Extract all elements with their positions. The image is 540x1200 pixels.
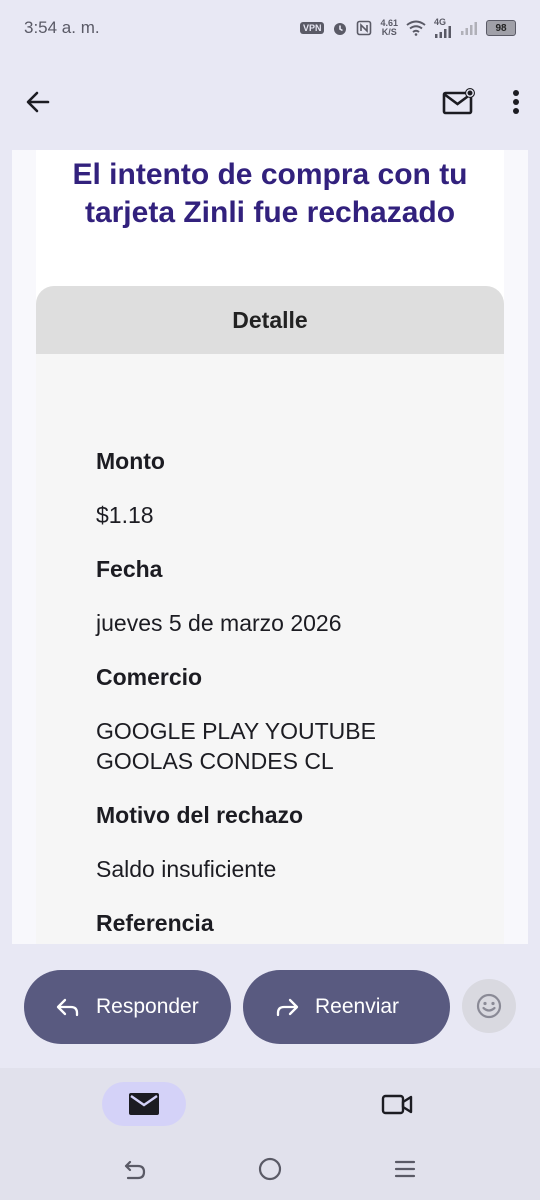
video-icon xyxy=(381,1092,413,1116)
detail-box: Detalle Monto $1.18 Fecha jueves 5 de ma… xyxy=(36,286,504,944)
field-label-fecha: Fecha xyxy=(96,556,163,582)
status-bar: 3:54 a. m. VPN 4.61 K/S 4G 98 xyxy=(0,0,540,56)
detail-header: Detalle xyxy=(36,286,504,354)
comercio-line-1: GOOGLE PLAY YOUTUBE xyxy=(96,718,376,744)
forward-button[interactable]: Reenviar xyxy=(243,970,450,1044)
recents-icon[interactable] xyxy=(392,1156,418,1182)
emoji-icon xyxy=(475,992,503,1020)
status-time: 3:54 a. m. xyxy=(24,18,100,37)
field-value-fecha: jueves 5 de marzo 2026 xyxy=(96,610,342,636)
reply-button[interactable]: Responder xyxy=(24,970,231,1044)
mail-icon xyxy=(128,1092,160,1116)
email-title: El intento de compra con tu tarjeta Zinl… xyxy=(72,158,468,229)
email-content[interactable]: El intento de compra con tu tarjeta Zinl… xyxy=(12,150,528,944)
system-nav xyxy=(0,1140,540,1200)
forward-label: Reenviar xyxy=(315,995,400,1018)
wifi-icon xyxy=(406,20,426,36)
nfc-icon xyxy=(356,20,372,36)
back-arrow-icon[interactable] xyxy=(24,88,52,116)
mark-unread-icon[interactable] xyxy=(442,88,476,116)
toolbar xyxy=(0,56,540,148)
emoji-button[interactable] xyxy=(462,979,516,1033)
speed-unit: K/S xyxy=(381,27,397,37)
vpn-icon: VPN xyxy=(299,22,325,34)
back-gesture-icon[interactable] xyxy=(122,1156,148,1182)
field-label-comercio: Comercio xyxy=(96,664,203,690)
toolbar-actions xyxy=(442,88,520,116)
field-label-motivo: Motivo del rechazo xyxy=(96,802,304,828)
reply-icon xyxy=(56,997,80,1017)
field-label-referencia: Referencia xyxy=(96,910,214,936)
home-icon[interactable] xyxy=(257,1156,283,1182)
status-icons: VPN 4.61 K/S 4G 98 xyxy=(299,18,516,38)
bottom-nav xyxy=(0,1068,540,1140)
email-body: El intento de compra con tu tarjeta Zinl… xyxy=(36,150,504,944)
field-label-monto: Monto xyxy=(96,448,165,474)
nav-meet-tab[interactable] xyxy=(370,1082,424,1126)
forward-icon xyxy=(275,997,299,1017)
signal-icon: 4G xyxy=(434,18,452,38)
network-type: 4G xyxy=(434,17,447,27)
battery-icon: 98 xyxy=(486,20,516,36)
field-value-motivo: Saldo insuficiente xyxy=(96,856,277,882)
reply-label: Responder xyxy=(96,995,199,1018)
signal-icon xyxy=(460,21,478,35)
detail-fields: Monto $1.18 Fecha jueves 5 de marzo 2026… xyxy=(96,446,476,944)
more-vert-icon[interactable] xyxy=(512,88,520,116)
field-value-monto: $1.18 xyxy=(96,502,154,528)
action-row: Responder Reenviar xyxy=(0,944,540,1068)
comercio-line-2: GOOLAS CONDES CL xyxy=(96,748,334,774)
network-speed: 4.61 K/S xyxy=(380,19,398,37)
nav-mail-tab[interactable] xyxy=(102,1082,186,1126)
alarm-icon xyxy=(332,20,348,36)
field-value-comercio: GOOGLE PLAY YOUTUBE GOOLAS CONDES CL xyxy=(96,716,476,776)
